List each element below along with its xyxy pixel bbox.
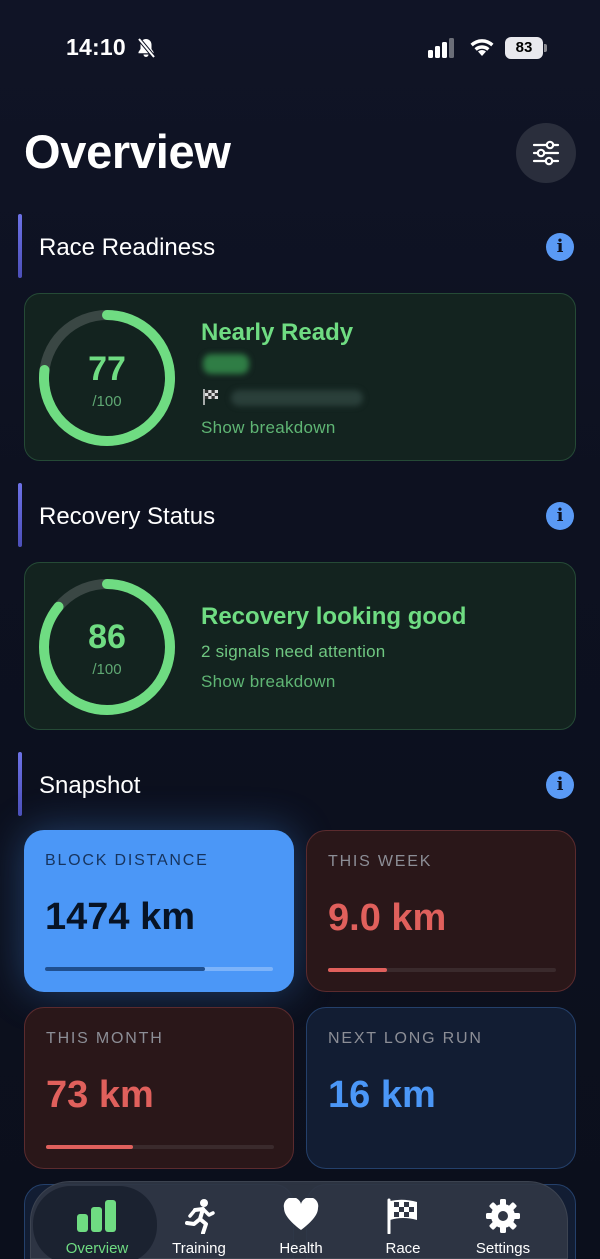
tile-this-week[interactable]: THIS WEEK 9.0 km	[306, 830, 576, 992]
recovery-score: 86	[88, 618, 126, 656]
progress-fill	[45, 967, 205, 971]
tile-next-long-run[interactable]: NEXT LONG RUN 16 km	[306, 1007, 576, 1169]
section-title: Recovery Status	[39, 503, 216, 530]
section-recovery-status: Recovery Status i	[18, 483, 578, 547]
section-race-readiness: Race Readiness i	[18, 214, 578, 278]
readiness-status: Nearly Ready	[201, 319, 354, 346]
section-accent-bar	[18, 483, 22, 547]
tab-health[interactable]: Health	[251, 1182, 351, 1259]
tab-label: Overview	[65, 1240, 129, 1257]
redacted-race-name	[203, 354, 249, 374]
recovery-status-card[interactable]: 86 /100 Recovery looking good 2 signals …	[24, 562, 576, 730]
tab-settings[interactable]: Settings	[453, 1182, 553, 1259]
heart-icon	[283, 1198, 319, 1230]
progress-fill	[328, 968, 388, 972]
tab-label: Health	[279, 1240, 323, 1257]
tile-value: 1474 km	[45, 896, 196, 938]
tile-label: BLOCK DISTANCE	[45, 852, 209, 869]
info-icon[interactable]: i	[546, 502, 574, 530]
tab-bar: Overview Training Health Race Settings	[30, 1181, 568, 1259]
redacted-race-date	[231, 390, 363, 406]
progress-track	[328, 968, 556, 972]
show-breakdown-link[interactable]: Show breakdown	[201, 418, 336, 438]
section-accent-bar	[18, 752, 22, 816]
bar-chart-icon	[77, 1200, 116, 1232]
tile-block-distance[interactable]: BLOCK DISTANCE 1474 km	[24, 830, 294, 992]
status-time: 14:10	[66, 34, 126, 60]
tab-overview[interactable]: Overview	[47, 1182, 147, 1259]
wifi-icon	[468, 36, 496, 63]
tile-label: NEXT LONG RUN	[328, 1030, 483, 1047]
page-title: Overview	[24, 125, 231, 178]
info-icon[interactable]: i	[546, 771, 574, 799]
race-readiness-card[interactable]: 77 /100 Nearly Ready Show breakdown	[24, 293, 576, 461]
recovery-status-title: Recovery looking good	[201, 603, 467, 630]
status-bar: 14:10 83	[0, 0, 600, 96]
checkered-flag-icon	[202, 388, 220, 411]
gear-icon	[486, 1199, 520, 1233]
section-snapshot: Snapshot i	[18, 752, 578, 816]
bell-muted-icon	[136, 37, 156, 64]
tile-this-month[interactable]: THIS MONTH 73 km	[24, 1007, 294, 1169]
tile-value: 9.0 km	[328, 897, 447, 939]
filter-settings-button[interactable]	[516, 123, 576, 183]
section-title: Snapshot	[39, 772, 141, 799]
tile-value: 73 km	[46, 1074, 154, 1116]
section-title: Race Readiness	[39, 234, 216, 261]
checkered-flag-icon	[387, 1198, 417, 1234]
cellular-signal-icon	[428, 38, 456, 63]
section-accent-bar	[18, 214, 22, 278]
progress-track	[46, 1145, 274, 1149]
tab-race[interactable]: Race	[353, 1182, 453, 1259]
progress-track	[45, 967, 273, 971]
battery-icon: 83	[505, 37, 547, 59]
tab-label: Training	[172, 1240, 226, 1257]
info-icon[interactable]: i	[546, 233, 574, 261]
runner-icon	[185, 1199, 215, 1234]
sliders-icon	[532, 140, 560, 166]
tile-label: THIS WEEK	[328, 853, 433, 870]
tile-label: THIS MONTH	[46, 1030, 164, 1047]
tab-training[interactable]: Training	[149, 1182, 249, 1259]
readiness-max: /100	[92, 393, 122, 410]
battery-level: 83	[505, 37, 543, 59]
tab-label: Race	[385, 1240, 421, 1257]
readiness-score: 77	[88, 350, 126, 388]
tab-label: Settings	[475, 1240, 531, 1257]
recovery-max: /100	[92, 661, 122, 678]
show-breakdown-link[interactable]: Show breakdown	[201, 672, 336, 692]
progress-fill	[46, 1145, 133, 1149]
tile-value: 16 km	[328, 1074, 436, 1116]
recovery-signals: 2 signals need attention	[201, 642, 386, 661]
